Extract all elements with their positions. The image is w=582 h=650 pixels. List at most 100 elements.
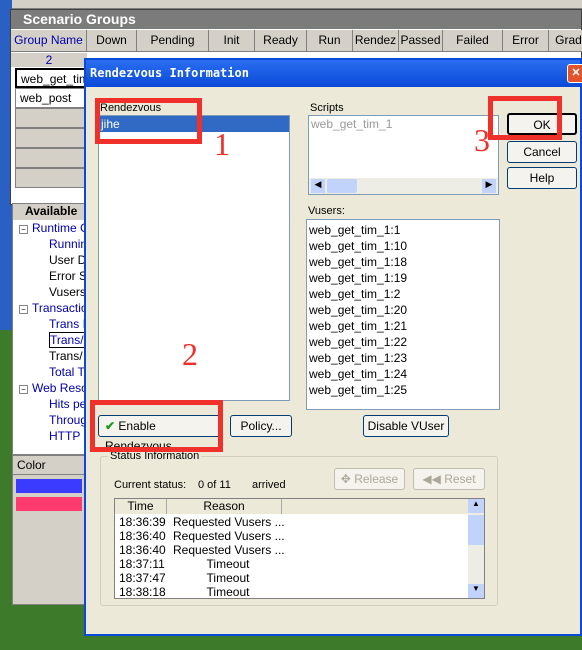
table-row[interactable]: 18:36:40 Requested Vusers ... (119, 543, 285, 557)
available-graphs-panel: Available − Runtime G Runnin User D Error SV… (12, 203, 89, 455)
color-legend-panel: Color (12, 455, 86, 605)
tree-label: Trans/ (49, 332, 85, 348)
group-row[interactable]: web_post (15, 88, 87, 108)
release-button[interactable]: ✥ Release (334, 468, 405, 490)
column-header[interactable]: Passed (399, 30, 443, 52)
tree-item[interactable]: Error S (19, 268, 87, 284)
vuser-item[interactable]: web_get_tim_1:19 (307, 270, 499, 286)
group-row[interactable]: web_get_tim_ (15, 68, 96, 88)
horizontal-scrollbar[interactable]: ◀ ▶ (309, 178, 498, 194)
row-time: 18:38:18 (119, 585, 166, 599)
tree-label: Runnin (49, 237, 88, 251)
tree-item[interactable]: Throug (19, 412, 87, 428)
row-reason: Requested Vusers ... (173, 529, 285, 543)
row-time: 18:36:40 (119, 543, 166, 557)
vertical-scrollbar[interactable]: ▲ ▼ (468, 499, 484, 598)
policy-button[interactable]: Policy... (230, 415, 292, 437)
group-count: 2 (11, 53, 87, 67)
vusers-list[interactable]: web_get_tim_1:1 web_get_tim_1:10 web_get_t… (306, 219, 500, 410)
tree-label: Total T (49, 365, 85, 379)
table-row[interactable]: 18:38:18 Timeout (119, 585, 283, 599)
tree-label: Transactio (32, 301, 88, 315)
column-header[interactable]: Ready (255, 30, 307, 52)
table-row[interactable]: 18:37:47 Timeout (119, 571, 283, 585)
tree-label: Trans/ (49, 349, 83, 363)
annotation-number-3: 3 (474, 122, 490, 158)
cancel-button[interactable]: Cancel (507, 141, 577, 163)
row-time: 18:36:39 (119, 515, 166, 529)
vuser-item[interactable]: web_get_tim_1:21 (307, 318, 499, 334)
color-header: Color (13, 456, 85, 475)
vuser-item[interactable]: web_get_tim_1:2 (307, 286, 499, 302)
color-swatch (16, 479, 82, 493)
collapse-icon[interactable]: − (19, 305, 28, 314)
tree-item[interactable]: Vusers (19, 284, 86, 300)
column-header[interactable]: Init (209, 30, 255, 52)
vuser-item[interactable]: web_get_tim_1:23 (307, 350, 499, 366)
vuser-item[interactable]: web_get_tim_1:24 (307, 366, 499, 382)
table-row[interactable]: 18:36:39 Requested Vusers ... (119, 515, 285, 529)
row-time: 18:37:11 (119, 557, 165, 571)
status-table: Time Reason 18:36:39 Requested Vusers ...… (114, 498, 485, 599)
vuser-item[interactable]: web_get_tim_1:18 (307, 254, 499, 270)
tree-item[interactable]: Hits pe (19, 396, 87, 412)
scroll-up-icon[interactable]: ▲ (468, 499, 484, 513)
collapse-icon[interactable]: − (19, 225, 28, 234)
release-icon: ✥ (340, 472, 351, 486)
table-row[interactable]: 18:36:40 Requested Vusers ... (119, 529, 285, 543)
reset-button[interactable]: ◀◀ Reset (413, 468, 485, 490)
disable-vuser-button[interactable]: Disable VUser (363, 415, 449, 437)
column-header[interactable]: Pending (137, 30, 209, 52)
col-reason[interactable]: Reason (167, 499, 282, 514)
column-header[interactable]: Error (503, 30, 549, 52)
annotation-box-2 (90, 400, 223, 452)
row-reason: Timeout (206, 571, 250, 585)
table-row[interactable]: 18:37:11 Timeout (119, 557, 283, 571)
release-label: Release (354, 472, 399, 486)
scroll-thumb[interactable] (327, 179, 357, 193)
tree-item[interactable]: − Transactio (19, 300, 88, 316)
scripts-list[interactable]: web_get_tim_1 ◀ ▶ (308, 115, 499, 195)
vuser-item[interactable]: web_get_tim_1:1 (307, 222, 499, 238)
scroll-thumb[interactable] (468, 515, 484, 545)
vusers-label: Vusers: (308, 205, 345, 217)
scroll-right-icon[interactable]: ▶ (482, 179, 496, 193)
row-time: 18:37:47 (119, 571, 166, 585)
tree-label: Hits pe (49, 397, 87, 411)
col-time[interactable]: Time (115, 499, 167, 514)
reset-label: Reset (444, 472, 476, 486)
tree-item[interactable]: User D (19, 252, 86, 268)
tree-item[interactable]: Trans/ (19, 348, 85, 364)
tree-item[interactable]: Total T (19, 364, 85, 380)
annotation-number-1: 1 (214, 126, 230, 162)
row-time: 18:36:40 (119, 529, 166, 543)
scroll-down-icon[interactable]: ▼ (468, 584, 484, 598)
column-header[interactable]: Rendez (353, 30, 399, 52)
vuser-item[interactable]: web_get_tim_1:25 (307, 382, 499, 398)
current-status-label: Current status: (114, 479, 187, 491)
column-header[interactable]: Grad (549, 30, 582, 52)
collapse-icon[interactable]: − (19, 385, 28, 394)
scroll-left-icon[interactable]: ◀ (311, 179, 325, 193)
help-button[interactable]: Help (507, 167, 577, 189)
row-reason: Requested Vusers ... (173, 515, 285, 529)
row-reason: Requested Vusers ... (173, 543, 285, 557)
column-header[interactable]: Group Name (11, 30, 87, 52)
column-header[interactable]: Run (307, 30, 353, 52)
tree-item[interactable]: − Web Reso (19, 380, 88, 396)
tree-item[interactable]: Trans I (19, 316, 86, 332)
tree-item[interactable]: HTTP (19, 428, 85, 444)
script-item[interactable]: web_get_tim_1 (309, 116, 498, 132)
close-icon[interactable]: ✕ (567, 64, 582, 83)
column-header[interactable]: Failed (443, 30, 503, 52)
vuser-item[interactable]: web_get_tim_1:20 (307, 302, 499, 318)
tree-item[interactable]: Runnin (19, 236, 88, 252)
vuser-item[interactable]: web_get_tim_1:10 (307, 238, 499, 254)
tree-item[interactable]: − Runtime G (19, 220, 89, 236)
annotation-box-3 (488, 96, 562, 140)
top-toolbar (0, 0, 582, 9)
column-header[interactable]: Down (87, 30, 137, 52)
tree-item[interactable]: Trans/ (19, 332, 85, 348)
vuser-item[interactable]: web_get_tim_1:22 (307, 334, 499, 350)
dialog-title: Rendezvous Information (86, 60, 580, 87)
